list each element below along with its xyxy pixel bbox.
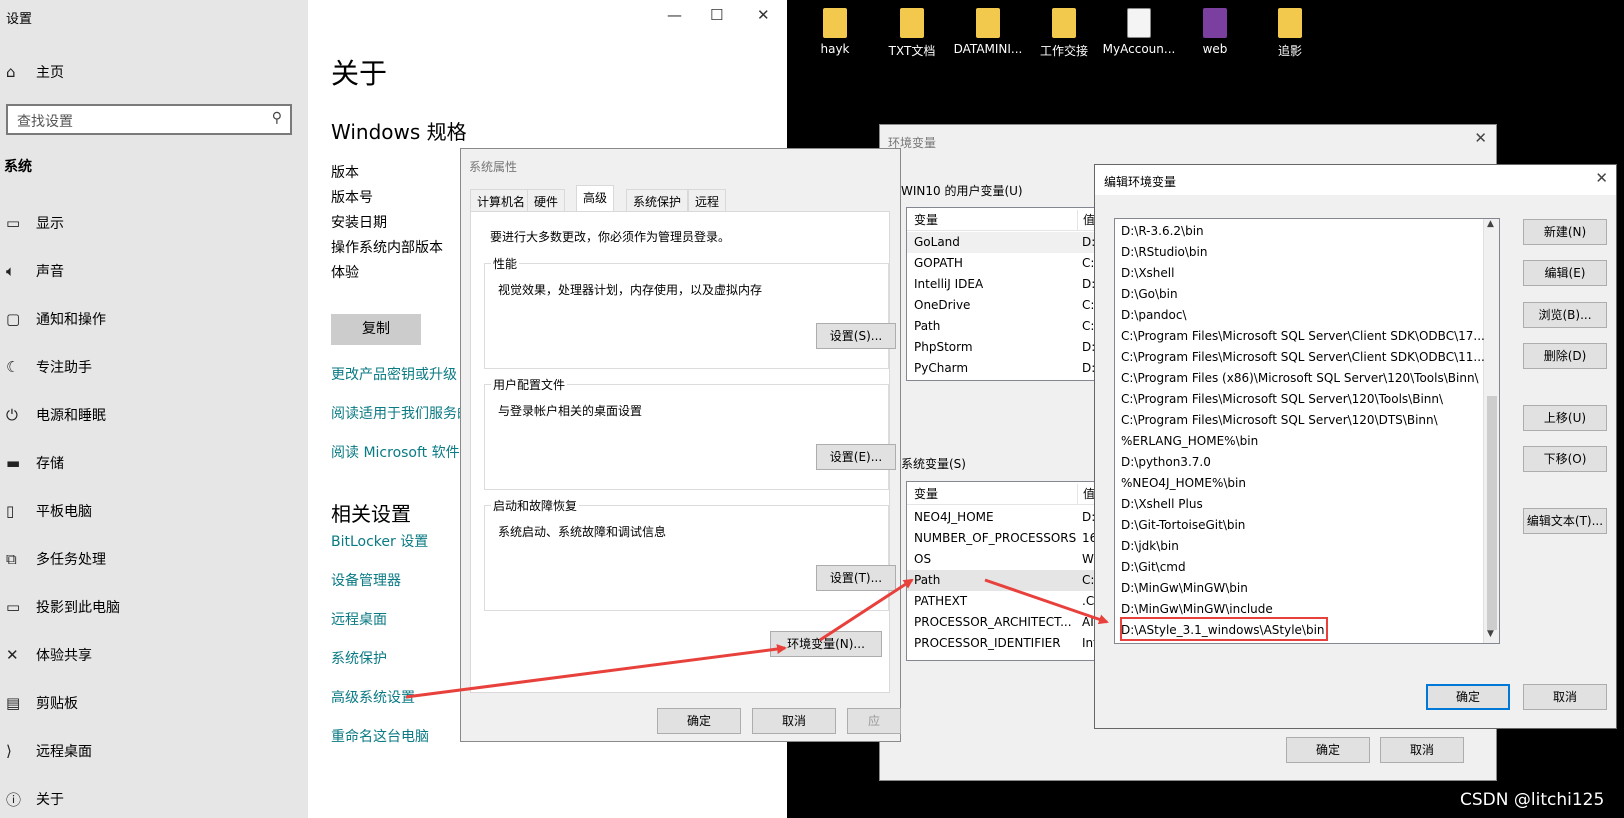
screen: hayk TXT文档 DATAMINI... 工作交接 MyAccoun... …	[0, 0, 1624, 818]
arrow-to-path-row	[819, 578, 914, 642]
watermark: CSDN @litchi125	[1460, 790, 1605, 810]
arrow-to-new-entry	[984, 578, 1109, 625]
arrow-to-env-button	[405, 644, 787, 699]
annotation-arrows	[405, 578, 1109, 699]
